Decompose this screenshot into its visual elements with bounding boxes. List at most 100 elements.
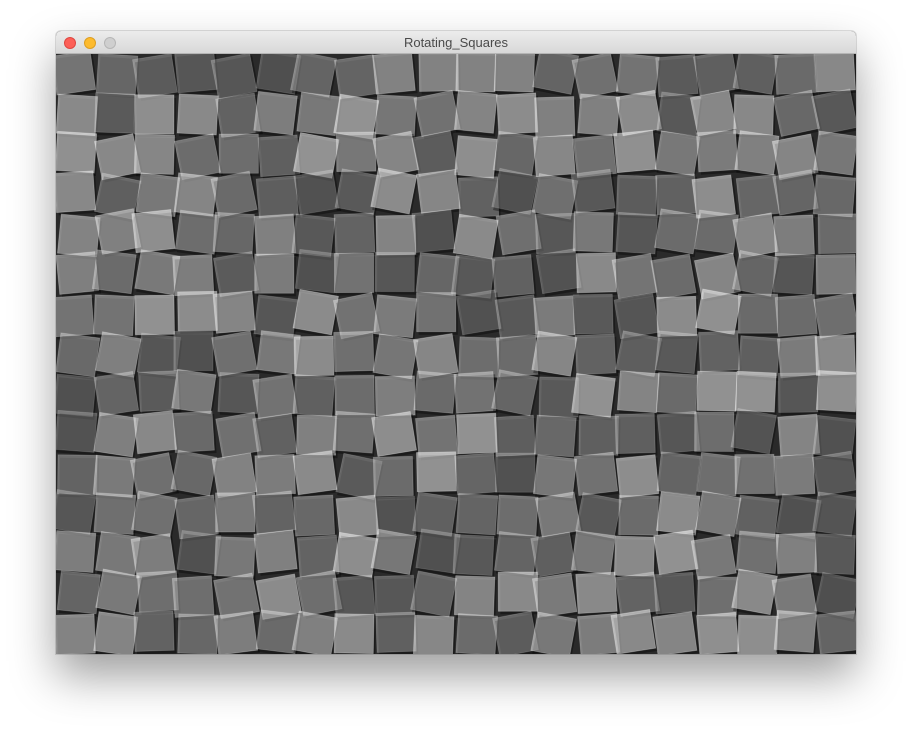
square xyxy=(814,334,856,377)
square xyxy=(570,168,616,214)
square xyxy=(455,613,499,654)
square xyxy=(57,454,98,495)
square xyxy=(295,414,337,456)
square xyxy=(93,370,140,417)
rotating-square xyxy=(95,568,144,619)
square xyxy=(574,333,617,376)
rotating-square xyxy=(132,410,179,457)
rotating-square xyxy=(333,330,377,375)
square xyxy=(655,372,699,415)
rotating-square xyxy=(293,169,342,218)
square xyxy=(534,96,576,138)
square xyxy=(416,451,457,493)
rotating-square xyxy=(215,492,257,536)
square xyxy=(332,574,376,618)
square xyxy=(291,610,339,654)
rotating-square xyxy=(610,608,659,654)
square xyxy=(129,452,177,500)
rotating-square xyxy=(455,492,500,539)
square xyxy=(374,251,415,293)
square xyxy=(252,373,298,420)
rotating-square xyxy=(812,174,856,221)
square xyxy=(134,94,175,135)
square xyxy=(292,373,336,417)
sketch-canvas[interactable] xyxy=(56,54,856,654)
rotating-square xyxy=(333,613,376,654)
square xyxy=(578,415,619,456)
rotating-square xyxy=(573,451,621,499)
rotating-square xyxy=(56,570,102,618)
square xyxy=(133,133,175,175)
rotating-square xyxy=(575,252,619,296)
square xyxy=(655,491,701,536)
square xyxy=(814,533,856,575)
square xyxy=(373,574,416,617)
rotating-square xyxy=(332,410,377,457)
rotating-square xyxy=(170,449,219,500)
square xyxy=(532,454,578,499)
square xyxy=(695,129,739,173)
square xyxy=(615,174,658,217)
square xyxy=(251,490,297,535)
title-bar[interactable]: Rotating_Squares xyxy=(56,31,856,54)
rotating-square xyxy=(571,372,618,421)
square xyxy=(292,288,339,336)
square xyxy=(176,93,219,136)
square xyxy=(370,528,417,576)
square xyxy=(455,54,497,93)
rotating-square xyxy=(533,414,579,461)
rotating-square xyxy=(253,90,299,139)
rotating-square xyxy=(493,54,537,96)
rotating-square xyxy=(134,94,177,138)
rotating-square xyxy=(737,614,780,654)
square xyxy=(56,93,99,137)
square xyxy=(530,611,578,654)
rotating-square xyxy=(56,332,102,381)
square xyxy=(334,374,375,416)
square xyxy=(93,294,135,337)
square xyxy=(811,450,856,497)
rotating-square xyxy=(294,248,341,297)
square xyxy=(132,54,178,99)
rotating-square xyxy=(133,133,177,178)
rotating-square xyxy=(412,614,456,654)
square xyxy=(174,209,220,255)
square xyxy=(94,92,136,134)
rotating-square xyxy=(775,532,819,577)
square xyxy=(132,410,178,455)
square xyxy=(454,452,498,496)
square xyxy=(534,212,577,255)
square xyxy=(694,490,742,538)
square xyxy=(252,412,298,459)
rotating-square xyxy=(292,373,337,420)
rotating-square xyxy=(56,170,98,216)
square xyxy=(293,169,340,216)
rotating-square xyxy=(815,370,856,416)
square xyxy=(455,289,502,336)
rotating-square xyxy=(371,54,418,98)
square xyxy=(95,54,139,96)
rotating-square xyxy=(496,92,541,138)
rotating-square xyxy=(655,491,702,539)
square xyxy=(777,372,819,413)
rotating-square xyxy=(293,494,337,540)
square xyxy=(654,208,701,255)
square xyxy=(731,568,778,616)
square xyxy=(655,54,699,98)
square xyxy=(614,571,661,617)
rotating-square xyxy=(56,409,99,456)
square xyxy=(734,453,775,495)
square xyxy=(211,330,258,377)
rotating-square xyxy=(654,130,702,180)
square xyxy=(56,570,101,615)
rotating-square xyxy=(575,571,620,617)
rotating-square xyxy=(93,294,137,339)
square xyxy=(212,211,255,255)
rotating-square xyxy=(212,290,258,337)
square xyxy=(737,293,779,334)
rotating-square xyxy=(532,134,578,180)
square xyxy=(211,452,258,499)
square xyxy=(573,451,619,496)
rotating-square xyxy=(374,251,417,295)
square xyxy=(56,489,97,535)
